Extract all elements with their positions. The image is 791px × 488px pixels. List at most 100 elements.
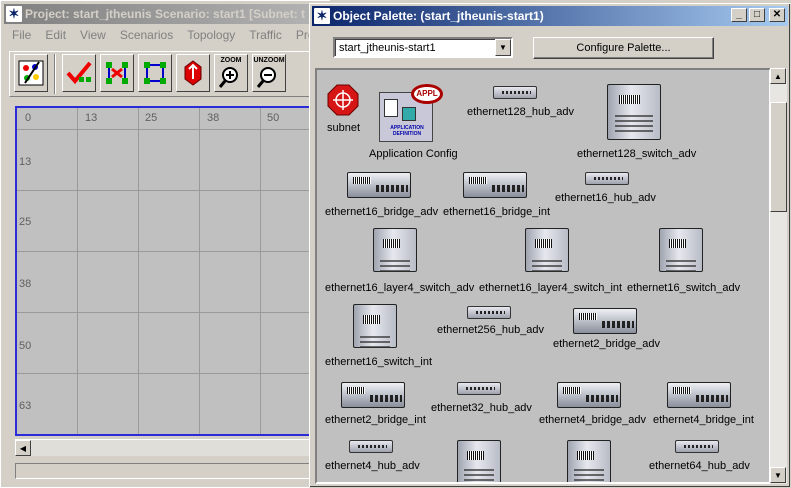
palette-title: Object Palette: (start_jtheunis-start1) <box>333 9 544 23</box>
palette-object-ethernet16-bridge-adv[interactable]: ethernet16_bridge_adv <box>325 172 445 220</box>
palette-object-ethernet128-hub-adv[interactable]: ethernet128_hub_adv <box>467 84 577 124</box>
switch-icon <box>525 228 569 272</box>
project-horizontal-scrollbar[interactable]: ◀ <box>15 439 325 456</box>
open-palette-button[interactable] <box>14 54 48 92</box>
object-label: ethernet16_bridge_adv <box>325 206 439 218</box>
palette-object-ethernet4-bridge-adv[interactable]: ethernet4_bridge_adv <box>539 382 659 428</box>
palette-object-ethernet16-switch-int[interactable]: ethernet16_switch_int <box>325 304 445 372</box>
close-button[interactable]: ✕ <box>769 8 785 22</box>
minimize-button[interactable]: _ <box>731 8 747 22</box>
zoom-button[interactable]: ZOOM <box>214 54 248 92</box>
switch-icon <box>607 84 661 140</box>
palette-object-ethernet4-bridge-int[interactable]: ethernet4_bridge_int <box>653 382 763 428</box>
ruler-x-label: 0 <box>25 112 32 124</box>
scroll-left-arrow-icon[interactable]: ◀ <box>15 440 31 456</box>
palette-object-ethernet2-bridge-int[interactable]: ethernet2_bridge_int <box>325 382 435 428</box>
palette-title-bar[interactable]: ✶ Object Palette: (start_jtheunis-start1… <box>312 6 788 26</box>
bridge-icon <box>573 308 637 334</box>
hub-icon <box>585 172 629 185</box>
ruler-y-label: 63 <box>19 400 32 412</box>
object-label: ethernet16_switch_int <box>325 356 433 368</box>
bridge-icon <box>347 172 411 198</box>
ruler-y-label: 25 <box>19 216 32 228</box>
palette-object-ethernet32-hub-adv[interactable]: ethernet32_hub_adv <box>431 382 541 422</box>
window-controls: _ □ ✕ <box>731 8 785 22</box>
unzoom-button[interactable]: UNZOOM <box>252 54 286 92</box>
palette-object-ethernet64-hub-adv[interactable]: ethernet64_hub_adv <box>647 440 757 480</box>
bridge-icon <box>557 382 621 408</box>
ruler-y-label: 50 <box>19 340 32 352</box>
object-label: ethernet16_layer4_switch_int <box>479 282 623 294</box>
palette-object-ethernet16-hub-adv[interactable]: ethernet16_hub_adv <box>555 170 665 210</box>
palette-icon <box>18 60 44 86</box>
menu-traffic[interactable]: Traffic <box>241 26 288 44</box>
hub-icon <box>457 382 501 395</box>
project-status-bar <box>15 463 325 479</box>
switch-icon <box>567 440 611 482</box>
ruler-x-label: 13 <box>85 112 98 124</box>
palette-object-ethernet2-bridge-adv[interactable]: ethernet2_bridge_adv <box>553 308 673 354</box>
zoom-label: ZOOM <box>220 57 242 64</box>
checkmark-links-icon <box>66 61 92 85</box>
palette-object-list: subnet APPLICATION DEFINITION APPL Appli… <box>315 68 771 484</box>
fail-node-button[interactable] <box>100 54 134 92</box>
hub-icon <box>493 86 537 99</box>
palette-object-subnet[interactable]: subnet <box>325 84 365 134</box>
hub-icon <box>675 440 719 453</box>
palette-object-ethernet16-bridge-int[interactable]: ethernet16_bridge_int <box>443 172 563 220</box>
object-label: ethernet32_hub_adv <box>431 402 532 414</box>
scroll-down-arrow-icon[interactable]: ▼ <box>770 467 786 483</box>
palette-select[interactable]: start_jtheunis-start1 ▼ <box>333 37 513 58</box>
palette-object-ethernet16-layer4-switch-adv[interactable]: ethernet16_layer4_switch_adv <box>325 228 475 296</box>
project-toolbar: ZOOM UNZOOM <box>9 51 330 97</box>
switch-icon <box>373 228 417 272</box>
menu-topology[interactable]: Topology <box>179 26 241 44</box>
project-left-gutter <box>1 106 15 436</box>
chevron-down-icon[interactable]: ▼ <box>495 39 511 56</box>
menu-scenarios[interactable]: Scenarios <box>112 26 179 44</box>
bridge-icon <box>463 172 527 198</box>
project-window: ✶ Project: start_jtheunis Scenario: star… <box>0 0 330 488</box>
object-label: ethernet16_switch_adv <box>627 282 741 294</box>
palette-object-partial-switch[interactable] <box>457 440 507 482</box>
hub-icon <box>467 306 511 319</box>
verify-links-button[interactable] <box>62 54 96 92</box>
ruler-x-label: 38 <box>207 112 220 124</box>
palette-object-ethernet4-hub-adv[interactable]: ethernet4_hub_adv <box>325 440 435 480</box>
zoom-in-icon <box>218 67 238 88</box>
recover-node-button[interactable] <box>138 54 172 92</box>
bridge-icon <box>341 382 405 408</box>
fail-node-icon <box>106 62 128 84</box>
scroll-up-arrow-icon[interactable]: ▲ <box>770 68 786 84</box>
menu-file[interactable]: File <box>4 26 37 44</box>
object-palette-window: ✶ Object Palette: (start_jtheunis-start1… <box>309 3 791 488</box>
object-label: ethernet128_switch_adv <box>577 148 697 160</box>
project-title-bar[interactable]: ✶ Project: start_jtheunis Scenario: star… <box>4 4 330 24</box>
palette-object-partial-switch[interactable] <box>567 440 617 482</box>
menu-edit[interactable]: Edit <box>37 26 72 44</box>
palette-object-ethernet128-switch-adv[interactable]: ethernet128_switch_adv <box>577 84 707 162</box>
project-menu-bar: File Edit View Scenarios Topology Traffi… <box>4 26 330 44</box>
bridge-icon <box>667 382 731 408</box>
hub-icon <box>349 440 393 453</box>
palette-object-ethernet16-layer4-switch-int[interactable]: ethernet16_layer4_switch_int <box>479 228 629 296</box>
project-workspace-canvas[interactable]: 0 13 25 38 50 13 25 38 50 63 <box>15 106 325 436</box>
ruler-y-label: 13 <box>19 156 32 168</box>
opnet-app-icon: ✶ <box>6 6 22 22</box>
object-label: ethernet2_bridge_adv <box>553 338 661 350</box>
object-label: Application Config <box>369 148 458 160</box>
object-label: ethernet16_hub_adv <box>555 192 656 204</box>
palette-vertical-scrollbar[interactable]: ▲ ▼ <box>770 68 787 484</box>
palette-object-ethernet256-hub-adv[interactable]: ethernet256_hub_adv <box>437 304 547 344</box>
go-to-parent-button[interactable] <box>176 54 210 92</box>
zoom-out-icon <box>256 67 276 88</box>
scrollbar-thumb[interactable] <box>770 102 787 212</box>
object-label: ethernet256_hub_adv <box>437 324 545 336</box>
ruler-x-label: 25 <box>145 112 158 124</box>
object-label: ethernet128_hub_adv <box>467 106 575 118</box>
palette-object-ethernet16-switch-adv[interactable]: ethernet16_switch_adv <box>627 228 757 296</box>
object-label: subnet <box>327 122 361 134</box>
configure-palette-button[interactable]: Configure Palette... <box>533 37 714 59</box>
menu-view[interactable]: View <box>72 26 112 44</box>
maximize-button[interactable]: □ <box>749 8 765 22</box>
